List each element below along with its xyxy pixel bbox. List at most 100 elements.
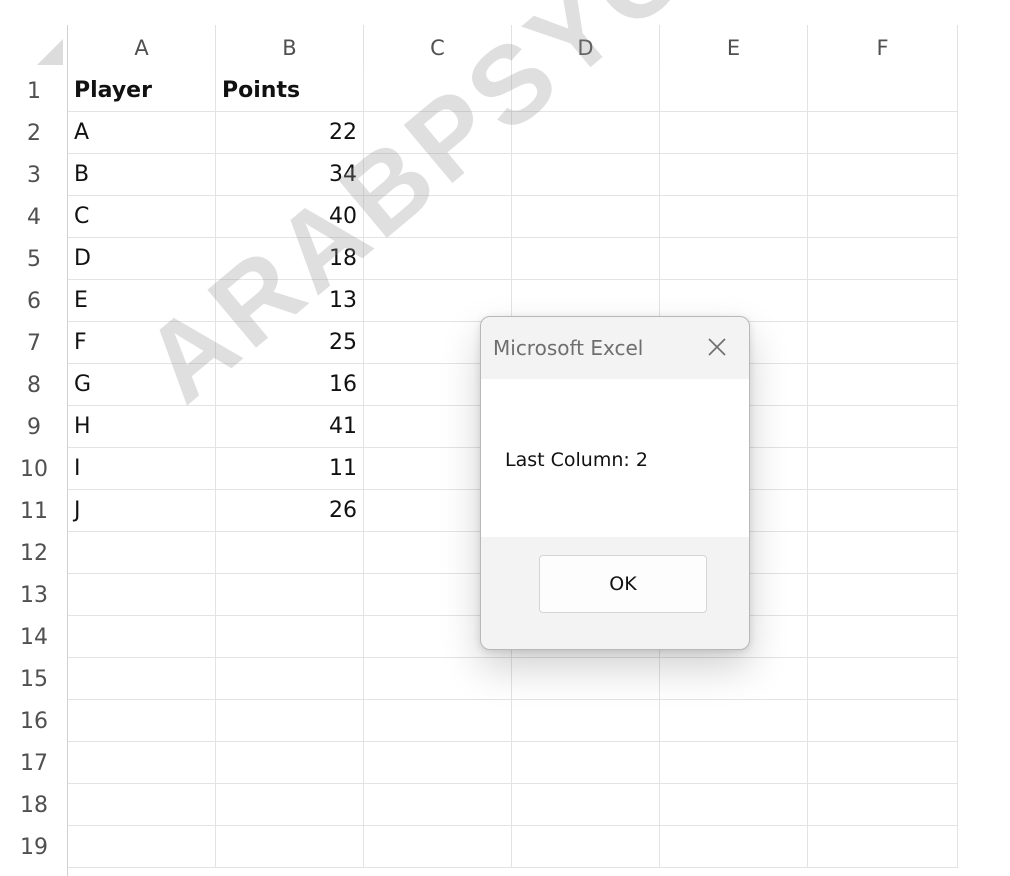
row-header-2[interactable]: 2 <box>0 112 68 154</box>
cell-a13[interactable] <box>68 574 216 616</box>
row-header-9[interactable]: 9 <box>0 406 68 448</box>
cell-b15[interactable] <box>216 658 364 700</box>
cell-e3[interactable] <box>660 154 808 196</box>
cell-c15[interactable] <box>364 658 512 700</box>
cell-a14[interactable] <box>68 616 216 658</box>
cell-f4[interactable] <box>808 196 958 238</box>
cell-f6[interactable] <box>808 280 958 322</box>
cell-e16[interactable] <box>660 700 808 742</box>
cell-d19[interactable] <box>512 826 660 868</box>
cell-d3[interactable] <box>512 154 660 196</box>
cell-a4[interactable]: C <box>68 196 216 238</box>
row-header-14[interactable]: 14 <box>0 616 68 658</box>
cell-d16[interactable] <box>512 700 660 742</box>
row-header-15[interactable]: 15 <box>0 658 68 700</box>
cell-a2[interactable]: A <box>68 112 216 154</box>
cell-d5[interactable] <box>512 238 660 280</box>
row-header-4[interactable]: 4 <box>0 196 68 238</box>
cell-e2[interactable] <box>660 112 808 154</box>
cell-e17[interactable] <box>660 742 808 784</box>
cell-e5[interactable] <box>660 238 808 280</box>
cell-c3[interactable] <box>364 154 512 196</box>
row-header-3[interactable]: 3 <box>0 154 68 196</box>
cell-a19[interactable] <box>68 826 216 868</box>
cell-b16[interactable] <box>216 700 364 742</box>
cell-f12[interactable] <box>808 532 958 574</box>
column-header-e[interactable]: E <box>660 25 808 70</box>
cell-c2[interactable] <box>364 112 512 154</box>
cell-b11[interactable]: 26 <box>216 490 364 532</box>
cell-b18[interactable] <box>216 784 364 826</box>
cell-a7[interactable]: F <box>68 322 216 364</box>
cell-c17[interactable] <box>364 742 512 784</box>
cell-c4[interactable] <box>364 196 512 238</box>
cell-b10[interactable]: 11 <box>216 448 364 490</box>
row-header-5[interactable]: 5 <box>0 238 68 280</box>
cell-f10[interactable] <box>808 448 958 490</box>
cell-d2[interactable] <box>512 112 660 154</box>
cell-e19[interactable] <box>660 826 808 868</box>
cell-a5[interactable]: D <box>68 238 216 280</box>
cell-d17[interactable] <box>512 742 660 784</box>
cell-a6[interactable]: E <box>68 280 216 322</box>
row-header-1[interactable]: 1 <box>0 70 68 112</box>
close-icon[interactable] <box>707 337 727 357</box>
cell-d1[interactable] <box>512 70 660 112</box>
cell-f2[interactable] <box>808 112 958 154</box>
cell-f17[interactable] <box>808 742 958 784</box>
cell-a9[interactable]: H <box>68 406 216 448</box>
row-header-17[interactable]: 17 <box>0 742 68 784</box>
column-header-b[interactable]: B <box>216 25 364 70</box>
cell-d18[interactable] <box>512 784 660 826</box>
cell-a15[interactable] <box>68 658 216 700</box>
row-header-8[interactable]: 8 <box>0 364 68 406</box>
cell-d4[interactable] <box>512 196 660 238</box>
cell-f3[interactable] <box>808 154 958 196</box>
column-header-d[interactable]: D <box>512 25 660 70</box>
cell-f11[interactable] <box>808 490 958 532</box>
row-header-12[interactable]: 12 <box>0 532 68 574</box>
row-header-7[interactable]: 7 <box>0 322 68 364</box>
cell-a17[interactable] <box>68 742 216 784</box>
cell-d15[interactable] <box>512 658 660 700</box>
cell-f13[interactable] <box>808 574 958 616</box>
cell-b8[interactable]: 16 <box>216 364 364 406</box>
column-header-a[interactable]: A <box>68 25 216 70</box>
column-header-f[interactable]: F <box>808 25 958 70</box>
select-all-corner[interactable] <box>0 25 68 70</box>
row-header-16[interactable]: 16 <box>0 700 68 742</box>
cell-f5[interactable] <box>808 238 958 280</box>
cell-f7[interactable] <box>808 322 958 364</box>
cell-a3[interactable]: B <box>68 154 216 196</box>
cell-f19[interactable] <box>808 826 958 868</box>
row-header-6[interactable]: 6 <box>0 280 68 322</box>
cell-b1[interactable]: Points <box>216 70 364 112</box>
cell-a8[interactable]: G <box>68 364 216 406</box>
cell-a18[interactable] <box>68 784 216 826</box>
cell-b13[interactable] <box>216 574 364 616</box>
row-header-11[interactable]: 11 <box>0 490 68 532</box>
cell-b19[interactable] <box>216 826 364 868</box>
cell-c16[interactable] <box>364 700 512 742</box>
cell-b3[interactable]: 34 <box>216 154 364 196</box>
cell-e4[interactable] <box>660 196 808 238</box>
cell-c19[interactable] <box>364 826 512 868</box>
cell-f15[interactable] <box>808 658 958 700</box>
cell-b4[interactable]: 40 <box>216 196 364 238</box>
column-header-c[interactable]: C <box>364 25 512 70</box>
cell-a16[interactable] <box>68 700 216 742</box>
cell-c5[interactable] <box>364 238 512 280</box>
cell-a1[interactable]: Player <box>68 70 216 112</box>
cell-a10[interactable]: I <box>68 448 216 490</box>
cell-b14[interactable] <box>216 616 364 658</box>
cell-b6[interactable]: 13 <box>216 280 364 322</box>
cell-b5[interactable]: 18 <box>216 238 364 280</box>
cell-e18[interactable] <box>660 784 808 826</box>
cell-a11[interactable]: J <box>68 490 216 532</box>
cell-f18[interactable] <box>808 784 958 826</box>
row-header-18[interactable]: 18 <box>0 784 68 826</box>
cell-c1[interactable] <box>364 70 512 112</box>
cell-b7[interactable]: 25 <box>216 322 364 364</box>
cell-f9[interactable] <box>808 406 958 448</box>
cell-f1[interactable] <box>808 70 958 112</box>
